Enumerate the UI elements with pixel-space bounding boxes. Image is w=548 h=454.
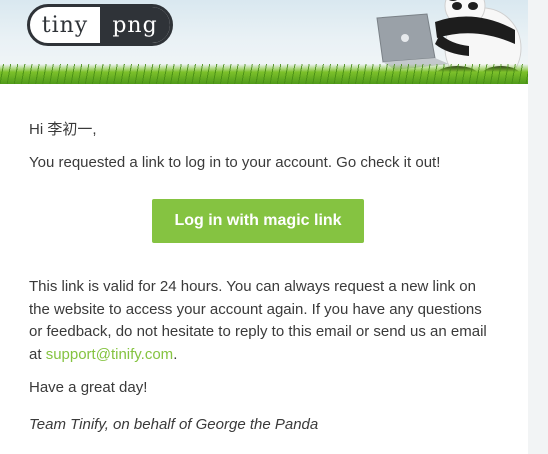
- grass-strip: [0, 64, 528, 84]
- greeting: Hi 李初一,: [29, 121, 97, 138]
- tinypng-logo[interactable]: tiny png: [27, 4, 173, 46]
- magic-link-login-button[interactable]: Log in with magic link: [152, 199, 364, 243]
- validity-paragraph: This link is valid for 24 hours. You can…: [29, 276, 494, 366]
- signature: Team Tinify, on behalf of George the Pan…: [29, 416, 319, 433]
- validity-end: .: [173, 345, 178, 363]
- intro-text: You requested a link to log in to your a…: [29, 154, 441, 171]
- logo-text-png: png: [100, 7, 170, 43]
- closing-text: Have a great day!: [29, 379, 148, 396]
- right-gutter: [528, 0, 548, 454]
- support-email-link[interactable]: support@tinify.com: [46, 346, 174, 363]
- logo-text-tiny: tiny: [41, 12, 89, 38]
- email-header-banner: tiny png: [0, 0, 528, 84]
